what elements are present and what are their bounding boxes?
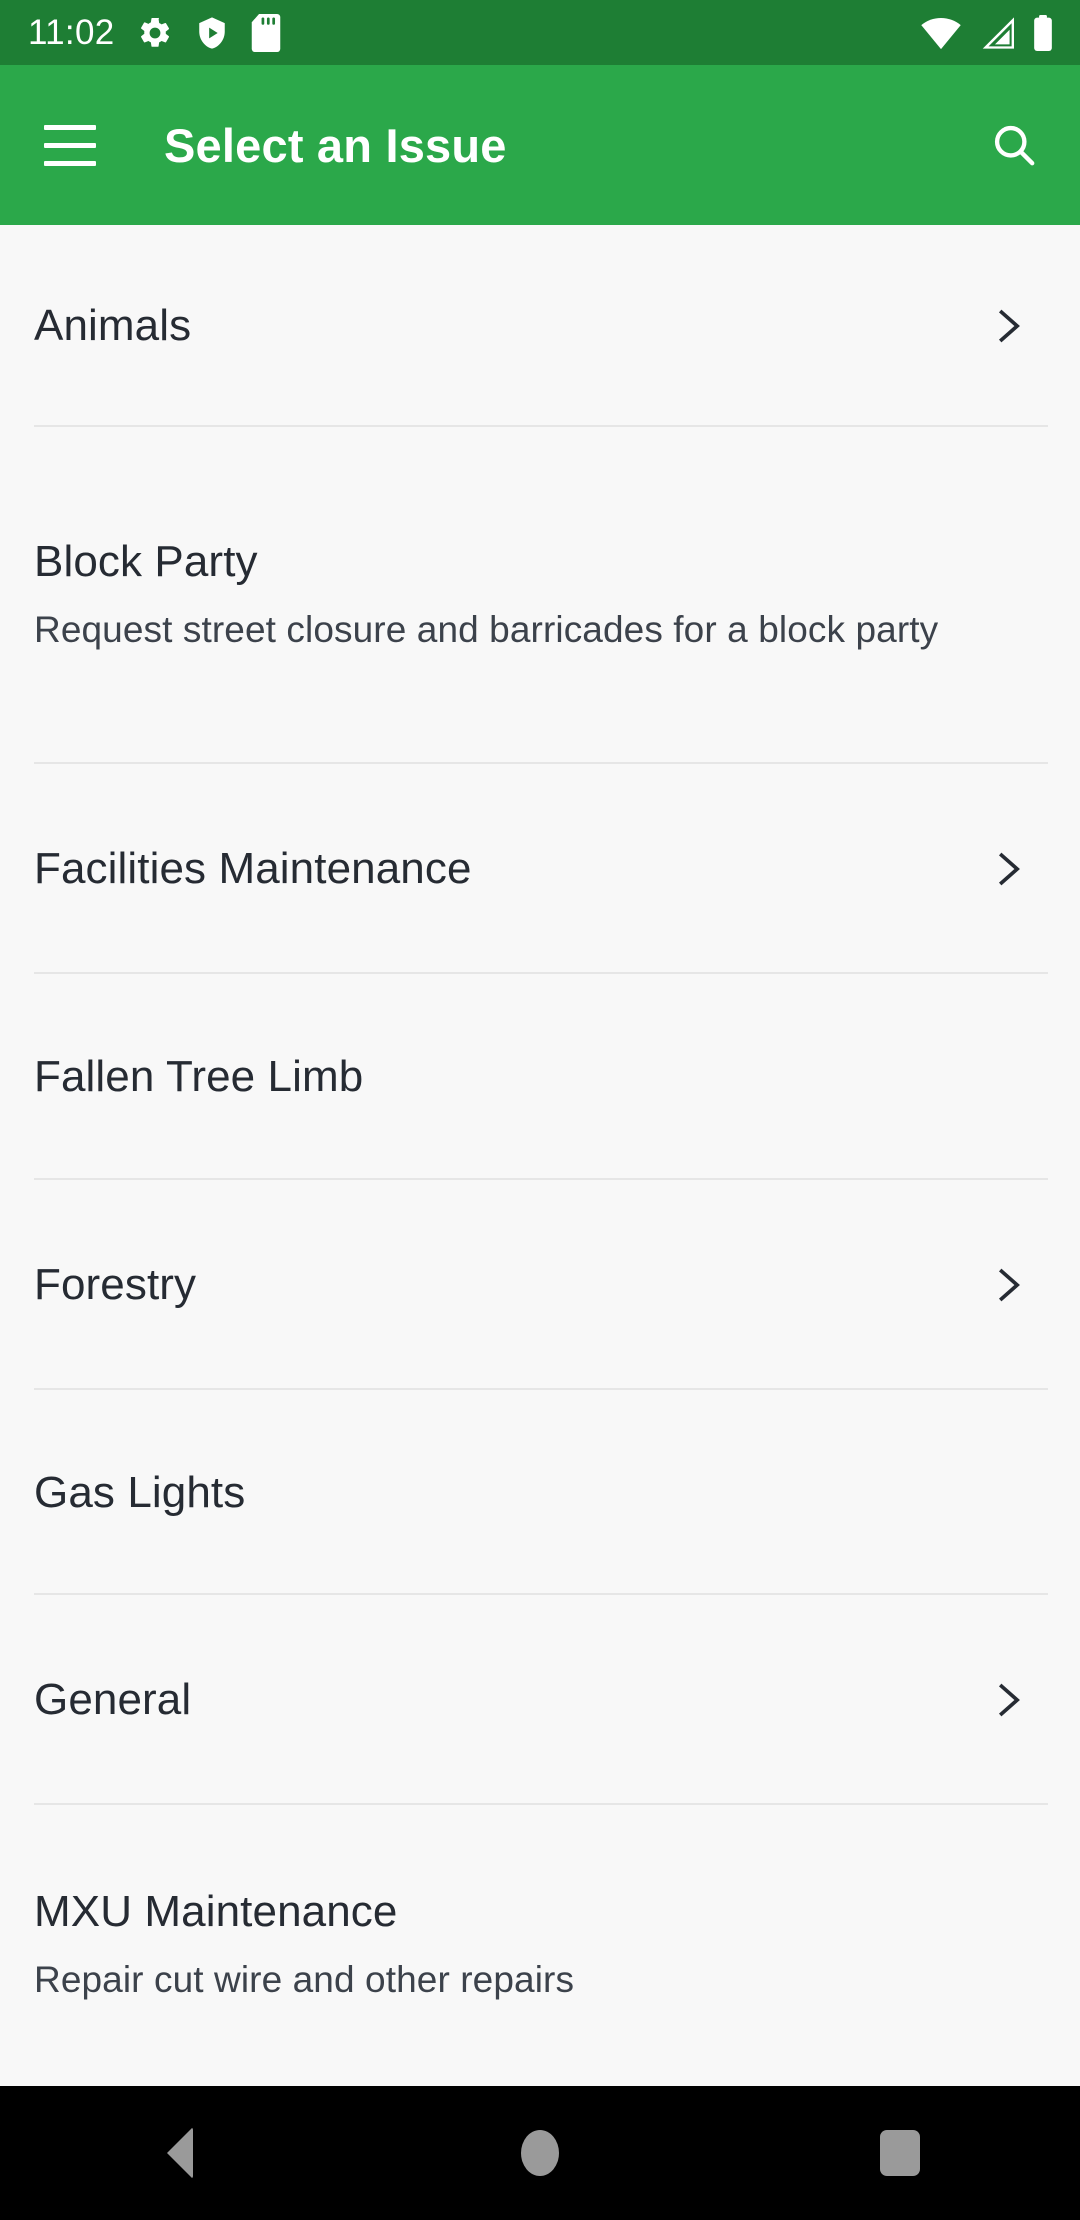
app-bar: Select an Issue — [0, 65, 1080, 225]
battery-icon — [1034, 14, 1052, 51]
cellular-signal-icon — [982, 16, 1014, 49]
back-button[interactable] — [0, 2086, 360, 2220]
hamburger-line-1 — [44, 124, 96, 130]
gear-icon — [140, 17, 169, 47]
status-bar-left-group: 11:02 — [28, 13, 920, 52]
search-icon[interactable] — [976, 107, 1052, 183]
list-item[interactable]: Facilities Maintenance — [0, 764, 1080, 974]
list-item-title: Block Party — [34, 537, 258, 587]
shield-play-icon — [198, 16, 225, 49]
list-item-title: General — [34, 1675, 192, 1725]
triangle-left-icon — [167, 2127, 193, 2179]
list-item-title: Forestry — [34, 1260, 197, 1310]
list-item-text: Gas Lights — [34, 1467, 982, 1519]
sd-card-icon — [251, 13, 280, 52]
issue-list[interactable]: Animals Block Party Request street closu… — [0, 225, 1080, 2086]
recents-button[interactable] — [720, 2086, 1080, 2220]
list-item-text: Block Party Request street closure and b… — [34, 536, 982, 654]
page-title: Select an Issue — [164, 118, 507, 172]
list-item[interactable]: MXU Maintenance Repair cut wire and othe… — [0, 1805, 1080, 2086]
list-item[interactable]: Forestry — [0, 1180, 1080, 1390]
list-item[interactable]: Gas Lights — [0, 1390, 1080, 1595]
list-item-text: Facilities Maintenance — [34, 843, 982, 895]
circle-icon — [521, 2130, 559, 2176]
hamburger-line-3 — [44, 160, 96, 166]
chevron-right-icon — [982, 300, 1034, 352]
wifi-icon — [921, 17, 961, 49]
hamburger-line-2 — [44, 142, 96, 148]
list-item[interactable]: General — [0, 1595, 1080, 1805]
list-item-title: Fallen Tree Limb — [34, 1052, 364, 1102]
list-item-title: Gas Lights — [34, 1467, 246, 1517]
home-button[interactable] — [360, 2086, 720, 2220]
square-icon — [880, 2130, 920, 2176]
list-item-subtitle: Request street closure and barricades fo… — [34, 609, 939, 651]
phone-screen: 11:02 Select an Issue Animals Block Part… — [0, 0, 1080, 2220]
list-item-title: MXU Maintenance — [34, 1887, 398, 1937]
system-navigation-bar — [0, 2086, 1080, 2220]
list-item-title: Facilities Maintenance — [34, 844, 472, 894]
status-bar-right-group — [920, 14, 1054, 51]
status-bar-clock: 11:02 — [28, 13, 115, 52]
list-item-text: General — [34, 1674, 982, 1726]
list-item[interactable]: Fallen Tree Limb — [0, 974, 1080, 1180]
list-item[interactable]: Block Party Request street closure and b… — [0, 427, 1080, 764]
chevron-right-icon — [982, 1259, 1034, 1311]
list-item-subtitle: Repair cut wire and other repairs — [34, 1959, 575, 2001]
list-item-text: Fallen Tree Limb — [34, 1051, 982, 1103]
list-item-text: MXU Maintenance Repair cut wire and othe… — [34, 1886, 982, 2004]
list-item-title: Animals — [34, 301, 192, 351]
list-item-text: Forestry — [34, 1259, 982, 1311]
chevron-right-icon — [982, 843, 1034, 895]
list-item-text: Animals — [34, 300, 982, 352]
list-item[interactable]: Animals — [0, 225, 1080, 427]
status-bar: 11:02 — [0, 0, 1080, 65]
chevron-right-icon — [982, 1674, 1034, 1726]
hamburger-menu-icon[interactable] — [44, 112, 110, 178]
